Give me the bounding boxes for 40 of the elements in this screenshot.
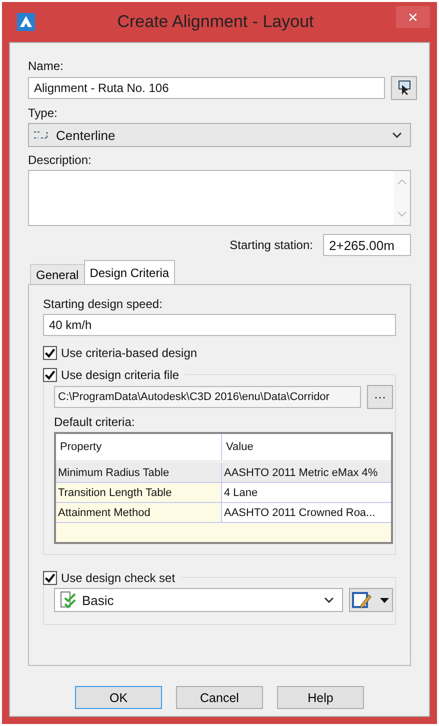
chevron-down-icon xyxy=(324,597,334,603)
field-label: Starting station: xyxy=(230,238,313,252)
checkbox[interactable] xyxy=(43,571,57,585)
close-button[interactable]: ✕ xyxy=(396,6,430,28)
field-label: Default criteria: xyxy=(54,415,136,429)
name-field[interactable]: Alignment - Ruta No. 106 xyxy=(28,77,385,99)
field-label: Name: xyxy=(28,59,64,73)
cursor-icon xyxy=(396,80,412,96)
edit-split-button[interactable] xyxy=(349,588,393,612)
dialog-button[interactable]: Help xyxy=(277,686,364,709)
checkbox-label: Use design check set xyxy=(61,571,176,585)
table-cell[interactable]: AASHTO 2011 Metric eMax 4% xyxy=(222,463,391,482)
checkbox-label: Use criteria-based design xyxy=(61,346,198,360)
caret-icon xyxy=(380,598,389,602)
chevron-down-icon xyxy=(392,132,402,138)
dialog-button[interactable]: OK xyxy=(75,686,162,709)
window-title: Create Alignment - Layout xyxy=(116,12,315,32)
field-label: Type: xyxy=(28,106,58,120)
table-cell[interactable]: 4 Lane xyxy=(222,483,391,502)
checkbox[interactable] xyxy=(43,368,57,382)
pick-button[interactable] xyxy=(391,76,417,100)
dialog-button[interactable]: Cancel xyxy=(176,686,263,709)
starting-station-field[interactable]: 2+265.00m xyxy=(323,234,411,256)
tab[interactable]: Design Criteria xyxy=(84,260,176,284)
table-cell[interactable]: Minimum Radius Table xyxy=(56,463,222,482)
field-label: Description: xyxy=(28,153,92,167)
edit-icon xyxy=(352,591,372,609)
checklist-icon xyxy=(59,591,77,609)
file-path-field[interactable]: C:\ProgramData\Autodesk\C3D 2016\enu\Data\Corridor xyxy=(54,386,361,408)
check-set-dropdown[interactable]: Basic xyxy=(54,588,343,612)
browse-button[interactable]: ··· xyxy=(367,385,393,409)
tab[interactable]: General xyxy=(30,264,85,284)
table-cell[interactable]: AASHTO 2011 Crowned Roa... xyxy=(222,503,391,522)
field-label: Starting design speed: xyxy=(43,297,164,311)
checkbox-label: Use design criteria file xyxy=(61,368,180,382)
app-logo-icon xyxy=(17,13,35,31)
type-dropdown[interactable]: Centerline xyxy=(28,123,411,147)
checkbox[interactable] xyxy=(43,346,57,360)
design-speed-field[interactable]: 40 km/h xyxy=(43,314,396,336)
description-field[interactable] xyxy=(28,170,411,226)
